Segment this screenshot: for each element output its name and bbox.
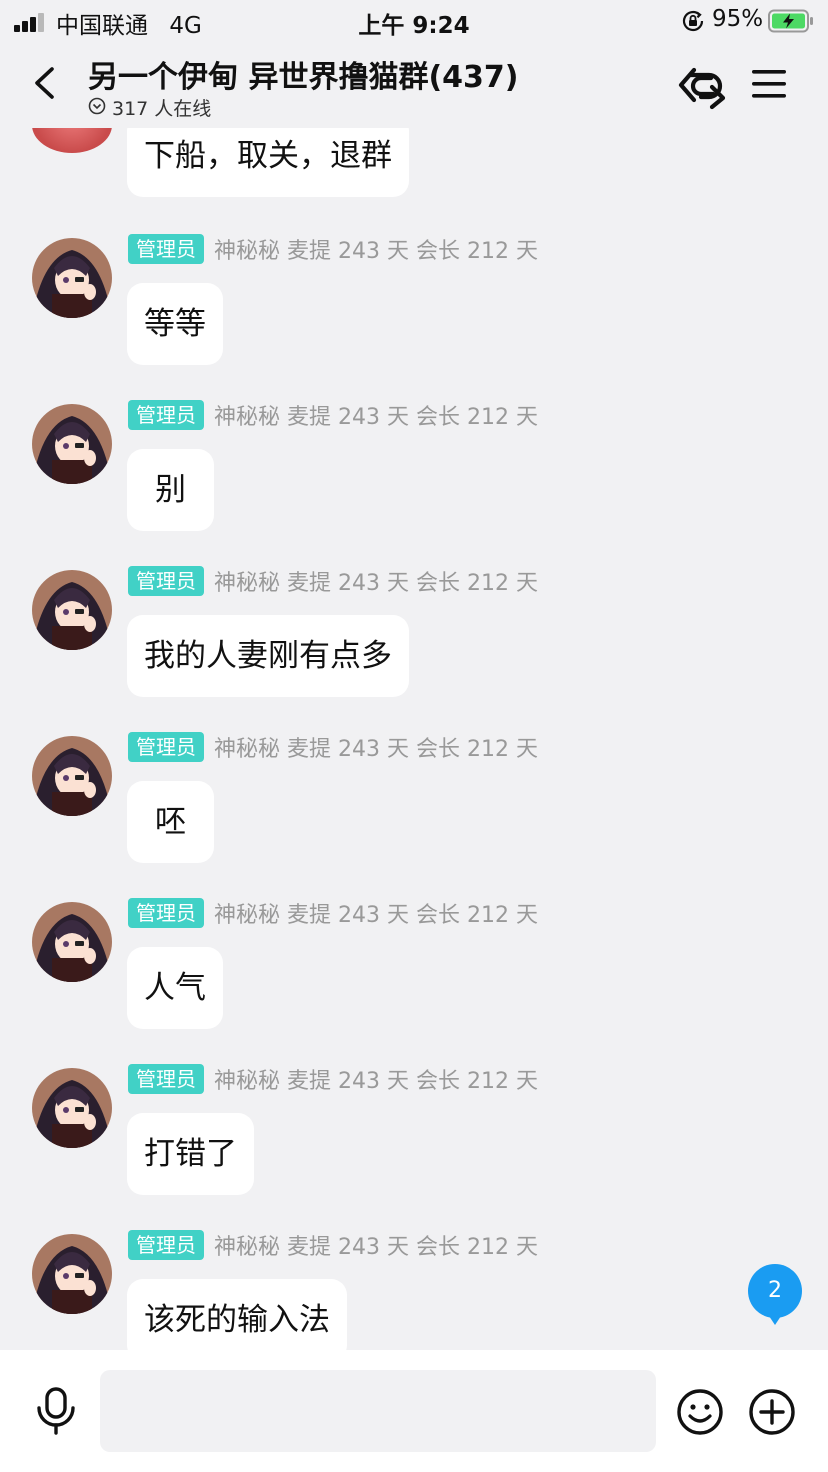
- avatar[interactable]: [32, 238, 112, 318]
- status-bar: 中国联通 4G 上午 9:24 95%: [0, 0, 828, 44]
- avatar[interactable]: [32, 1068, 112, 1148]
- menu-button[interactable]: [748, 64, 792, 104]
- sender-name[interactable]: 神秘秘 麦提 243 天 会长 212 天: [214, 1229, 538, 1261]
- sender-name[interactable]: 神秘秘 麦提 243 天 会长 212 天: [214, 565, 538, 597]
- avatar-partial[interactable]: [32, 128, 112, 153]
- input-bar: [0, 1350, 828, 1472]
- avatar[interactable]: [32, 570, 112, 650]
- admin-badge: 管理员: [128, 234, 204, 264]
- admin-badge: 管理员: [128, 400, 204, 430]
- online-status-icon: [88, 97, 106, 115]
- admin-badge: 管理员: [128, 898, 204, 928]
- battery-percent: 95%: [712, 6, 764, 32]
- microphone-icon[interactable]: [34, 1386, 78, 1436]
- emoji-button[interactable]: [676, 1388, 724, 1436]
- link-button[interactable]: [674, 60, 728, 110]
- admin-badge: 管理员: [128, 1064, 204, 1094]
- battery-icon: [768, 9, 813, 33]
- message-bubble[interactable]: 人气: [127, 947, 223, 1029]
- message-input[interactable]: [100, 1370, 656, 1452]
- message-bubble[interactable]: 别: [127, 449, 214, 531]
- online-count: 317 人在线: [112, 98, 212, 120]
- message-meta: 管理员 神秘秘 麦提 243 天 会长 212 天: [128, 1230, 538, 1260]
- message-meta: 管理员 神秘秘 麦提 243 天 会长 212 天: [128, 566, 538, 596]
- sender-name[interactable]: 神秘秘 麦提 243 天 会长 212 天: [214, 233, 538, 265]
- orientation-lock-icon: [682, 10, 704, 32]
- chat-header: 另一个伊甸 异世界撸猫群(437) 317 人在线: [0, 44, 828, 128]
- admin-badge: 管理员: [128, 732, 204, 762]
- back-button[interactable]: [20, 58, 70, 108]
- avatar[interactable]: [32, 736, 112, 816]
- message-bubble[interactable]: 该死的输入法: [127, 1279, 347, 1350]
- message-bubble[interactable]: 打错了: [127, 1113, 254, 1195]
- message-meta: 管理员 神秘秘 麦提 243 天 会长 212 天: [128, 898, 538, 928]
- message-meta: 管理员 神秘秘 麦提 243 天 会长 212 天: [128, 1064, 538, 1094]
- avatar[interactable]: [32, 1234, 112, 1314]
- message-bubble[interactable]: 等等: [127, 283, 223, 365]
- message-list[interactable]: 下船，取关，退群 管理员 神秘秘 麦提 243 天 会长 212 天 等等 管理…: [0, 128, 828, 1350]
- message-bubble[interactable]: 我的人妻刚有点多: [127, 615, 409, 697]
- admin-badge: 管理员: [128, 1230, 204, 1260]
- plus-button[interactable]: [748, 1388, 796, 1436]
- avatar[interactable]: [32, 404, 112, 484]
- admin-badge: 管理员: [128, 566, 204, 596]
- message-bubble[interactable]: 下船，取关，退群: [127, 128, 409, 197]
- message-bubble[interactable]: 呸: [127, 781, 214, 863]
- avatar[interactable]: [32, 902, 112, 982]
- group-title[interactable]: 另一个伊甸 异世界撸猫群(437): [88, 52, 519, 96]
- sender-name[interactable]: 神秘秘 麦提 243 天 会长 212 天: [214, 1063, 538, 1095]
- message-meta: 管理员 神秘秘 麦提 243 天 会长 212 天: [128, 732, 538, 762]
- sender-name[interactable]: 神秘秘 麦提 243 天 会长 212 天: [214, 399, 538, 431]
- unread-count-badge[interactable]: 2: [748, 1264, 802, 1325]
- sender-name[interactable]: 神秘秘 麦提 243 天 会长 212 天: [214, 731, 538, 763]
- message-meta: 管理员 神秘秘 麦提 243 天 会长 212 天: [128, 234, 538, 264]
- sender-name[interactable]: 神秘秘 麦提 243 天 会长 212 天: [214, 897, 538, 929]
- message-meta: 管理员 神秘秘 麦提 243 天 会长 212 天: [128, 400, 538, 430]
